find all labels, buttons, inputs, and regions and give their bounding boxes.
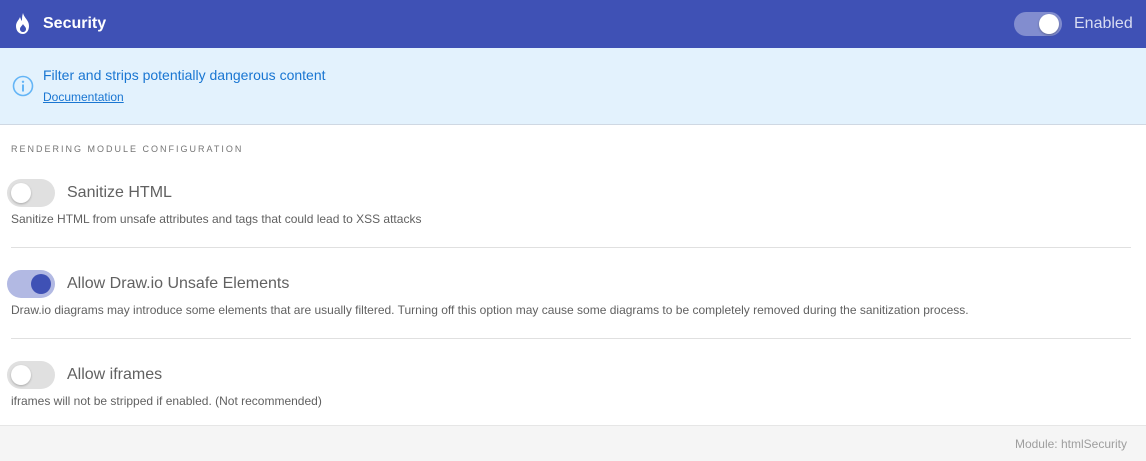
documentation-link[interactable]: Documentation (43, 89, 124, 105)
panel-header: Security Enabled (0, 0, 1146, 48)
sanitize-html-toggle[interactable] (7, 179, 55, 207)
toggle-thumb (1039, 14, 1059, 34)
allow-iframes-description: iframes will not be stripped if enabled.… (11, 394, 322, 408)
module-enabled-toggle[interactable] (1014, 12, 1062, 36)
toggle-thumb (11, 365, 31, 385)
panel-footer: Module: htmlSecurity (0, 425, 1146, 461)
allow-iframes-label: Allow iframes (67, 366, 163, 383)
info-text: Filter and strips potentially dangerous … (43, 67, 326, 83)
divider (11, 338, 1131, 339)
toggle-thumb (11, 183, 31, 203)
divider (11, 247, 1131, 248)
sanitize-html-label: Sanitize HTML (67, 184, 172, 201)
info-icon (12, 75, 34, 97)
sanitize-html-description: Sanitize HTML from unsafe attributes and… (11, 212, 422, 226)
allow-iframes-toggle[interactable] (7, 361, 55, 389)
toggle-thumb (31, 274, 51, 294)
info-banner: Filter and strips potentially dangerous … (0, 48, 1146, 125)
section-heading: RENDERING MODULE CONFIGURATION (11, 144, 244, 154)
page-title: Security (43, 15, 107, 32)
module-label: Module: htmlSecurity (1014, 437, 1127, 451)
enabled-label: Enabled (1074, 15, 1133, 32)
allow-drawio-unsafe-label: Allow Draw.io Unsafe Elements (67, 275, 290, 292)
allow-drawio-unsafe-toggle[interactable] (7, 270, 55, 298)
flame-icon (16, 13, 29, 34)
allow-drawio-unsafe-description: Draw.io diagrams may introduce some elem… (11, 303, 969, 317)
